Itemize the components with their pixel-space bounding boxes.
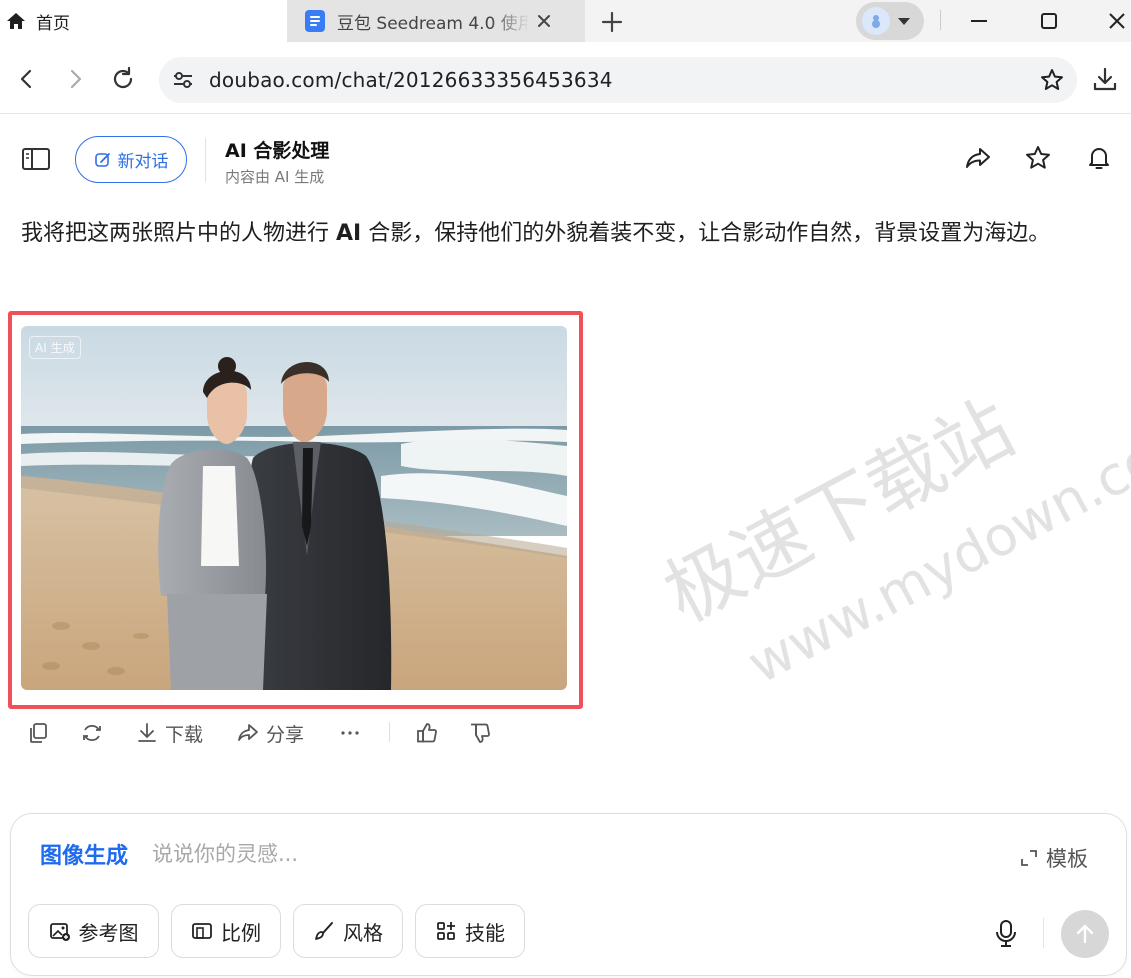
brush-icon (315, 922, 333, 940)
share-icon[interactable] (963, 143, 993, 173)
minimize-icon[interactable] (964, 6, 994, 36)
ai-generated-badge: AI 生成 (29, 336, 81, 359)
expand-icon (1021, 850, 1037, 866)
divider (389, 722, 390, 742)
ratio-icon (192, 923, 212, 939)
forward-icon[interactable] (60, 64, 90, 94)
home-icon (7, 13, 25, 29)
regenerate-button[interactable] (80, 719, 104, 747)
chat-title: AI 合影处理 (225, 140, 330, 162)
reference-image-icon (49, 923, 70, 941)
favorite-star-icon[interactable] (1023, 143, 1053, 173)
more-dots-icon (341, 731, 359, 735)
sidebar-toggle-icon[interactable] (20, 145, 52, 173)
doubao-doc-icon (305, 10, 325, 32)
new-chat-button[interactable]: 新对话 (75, 136, 187, 183)
tab-doubao-seedream[interactable]: 豆包 Seedream 4.0 使用 (287, 0, 585, 42)
thumbs-down-icon (471, 723, 490, 743)
watermark: 极速下载站 www.mydown.com (650, 383, 1131, 690)
templates-button[interactable]: 模板 (1018, 843, 1088, 873)
image-generation-mode-tag[interactable]: 图像生成 (40, 838, 128, 870)
profile-button[interactable] (856, 2, 924, 40)
skills-label: 技能 (465, 920, 505, 945)
chat-subtitle: 内容由 AI 生成 (225, 168, 325, 186)
close-window-icon[interactable] (1102, 6, 1131, 36)
share-label: 分享 (266, 723, 305, 746)
skills-chip[interactable]: 技能 (415, 904, 525, 958)
notification-bell-icon[interactable] (1084, 143, 1114, 173)
copy-button[interactable] (27, 719, 51, 747)
like-button[interactable] (415, 719, 439, 747)
more-button[interactable] (338, 719, 362, 747)
style-chip[interactable]: 风格 (293, 904, 403, 958)
watermark-text-url: www.mydown.com (738, 402, 1131, 690)
browser-tab-strip: 首页 豆包 Seedream 4.0 使用 (0, 0, 1131, 42)
tab-close-icon[interactable] (533, 10, 555, 32)
download-label: 下载 (165, 723, 204, 746)
back-icon[interactable] (12, 64, 42, 94)
copy-icon (30, 723, 47, 743)
tab-home[interactable]: 首页 (0, 0, 287, 42)
assistant-message-text: 我将把这两张照片中的人物进行 AI 合影，保持他们的外貌着装不变，让合影动作自然… (21, 221, 1051, 246)
reference-image-chip[interactable]: 参考图 (28, 904, 159, 958)
reference-image-label: 参考图 (78, 920, 139, 945)
site-settings-icon[interactable] (171, 68, 195, 92)
url-text[interactable]: doubao.com/chat/20126633356453634 (209, 68, 613, 92)
prompt-input[interactable] (152, 834, 712, 874)
address-bar[interactable]: doubao.com/chat/20126633356453634 (159, 57, 1077, 103)
style-label: 风格 (343, 920, 383, 945)
download-icon (138, 723, 156, 742)
watermark-text-cn: 极速下载站 (650, 383, 1027, 640)
divider (205, 138, 206, 182)
share-icon (238, 724, 258, 741)
tab-home-label: 首页 (36, 13, 70, 34)
avatar-icon (862, 7, 890, 35)
divider (940, 10, 941, 30)
thumbs-up-icon (417, 723, 437, 743)
send-button[interactable] (1061, 910, 1109, 958)
generated-photo[interactable] (21, 326, 567, 690)
ratio-label: 比例 (221, 920, 261, 945)
edit-icon (94, 152, 110, 167)
download-image-button[interactable]: 下载 (135, 719, 203, 747)
chevron-down-icon (898, 17, 910, 25)
downloads-icon[interactable] (1090, 64, 1120, 94)
refresh-icon (83, 724, 101, 742)
browser-toolbar: doubao.com/chat/20126633356453634 (0, 42, 1131, 114)
dislike-button[interactable] (468, 719, 492, 747)
share-image-button[interactable]: 分享 (236, 719, 304, 747)
ratio-chip[interactable]: 比例 (171, 904, 281, 958)
maximize-icon[interactable] (1034, 6, 1064, 36)
new-chat-label: 新对话 (117, 152, 169, 172)
arrow-up-icon (1076, 924, 1094, 944)
reload-icon[interactable] (108, 64, 138, 94)
divider (1043, 918, 1044, 948)
templates-label: 模板 (1046, 847, 1088, 871)
skills-icon (437, 922, 455, 940)
bookmark-star-icon[interactable] (1039, 67, 1065, 93)
tab-doubao-label: 豆包 Seedream 4.0 使用 (337, 13, 529, 34)
new-tab-icon[interactable] (598, 8, 626, 36)
microphone-icon[interactable] (992, 918, 1020, 948)
